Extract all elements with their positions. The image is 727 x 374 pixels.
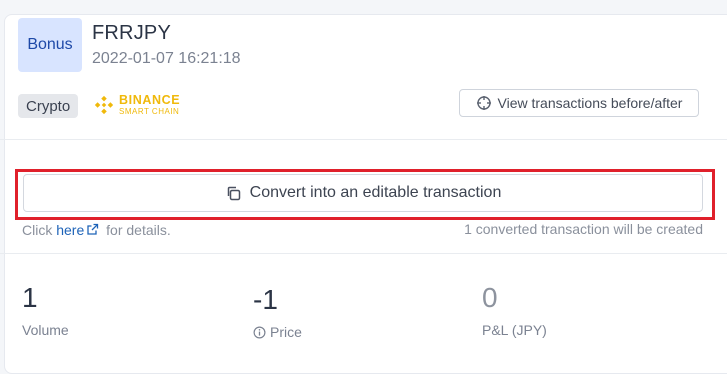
external-link-icon[interactable] xyxy=(86,223,99,236)
volume-label: Volume xyxy=(22,322,69,338)
transaction-title: FRRJPY xyxy=(92,22,171,44)
view-transactions-label: View transactions before/after xyxy=(497,95,683,111)
chain-logo-line1: BINANCE xyxy=(119,93,181,108)
convert-transaction-button[interactable]: Convert into an editable transaction xyxy=(23,174,703,212)
price-label: Price xyxy=(253,324,302,340)
price-value: -1 xyxy=(253,284,278,315)
section-divider xyxy=(0,139,727,140)
converted-count-note: 1 converted transaction will be created xyxy=(464,221,703,237)
volume-stat: 1 Volume xyxy=(22,282,69,339)
details-help-text: Click here for details. xyxy=(22,222,171,238)
volume-value: 1 xyxy=(22,282,38,313)
help-prefix: Click xyxy=(22,222,53,238)
binance-logo-icon xyxy=(94,95,114,115)
transaction-timestamp: 2022-01-07 16:21:18 xyxy=(92,50,241,67)
help-suffix: for details. xyxy=(106,222,171,238)
details-link[interactable]: here xyxy=(56,222,84,238)
transaction-type-badge: Bonus xyxy=(18,18,82,72)
copy-icon xyxy=(227,186,240,200)
pnl-stat: 0 P&L (JPY) xyxy=(482,282,547,339)
binance-smart-chain-logo: BINANCE SMART CHAIN xyxy=(93,92,180,118)
transaction-header: Bonus FRRJPY 2022-01-07 16:21:18 xyxy=(18,18,718,72)
price-stat: -1 Price xyxy=(253,284,302,341)
asset-type-tag: Crypto xyxy=(18,94,79,118)
info-icon[interactable] xyxy=(253,325,266,339)
chain-logo-line2: SMART CHAIN xyxy=(119,106,180,116)
pnl-label: P&L (JPY) xyxy=(482,322,547,338)
section-divider xyxy=(0,253,727,254)
pnl-value: 0 xyxy=(482,282,498,313)
view-transactions-button[interactable]: View transactions before/after xyxy=(459,89,699,117)
crosshair-icon xyxy=(476,96,491,110)
convert-button-label: Convert into an editable transaction xyxy=(249,184,502,201)
tags-row: Crypto BINANCE SMART CHAIN View transact… xyxy=(18,89,718,118)
